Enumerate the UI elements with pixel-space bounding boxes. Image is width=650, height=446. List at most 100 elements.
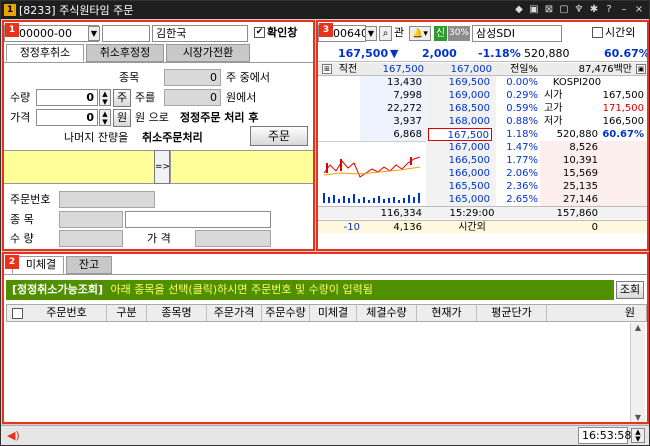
tab-modify-cancel[interactable]: 정정후취소 — [6, 44, 84, 62]
order-button[interactable]: 주문 — [250, 126, 308, 146]
stock-name-field — [125, 211, 271, 228]
ask-price[interactable]: 168,000 — [428, 115, 492, 128]
ask-info-label: 저가 — [544, 116, 563, 127]
window-icon[interactable]: ▢ — [558, 3, 570, 16]
header-prev: 전일% — [510, 64, 538, 75]
close-icon[interactable]: × — [633, 3, 645, 16]
total-ask: 116,334 — [380, 208, 422, 219]
after-bid: 0 — [591, 222, 598, 233]
table-body — [6, 323, 630, 422]
bid-price[interactable]: 165,500 — [428, 180, 492, 193]
column-header[interactable]: 주문번호 — [27, 305, 107, 321]
after-ask: 4,136 — [393, 222, 422, 233]
ask-price[interactable]: 167,500 — [428, 128, 492, 141]
order-panel: 1 00000-00 ▼ 김한국 ✔ 확인창 정정후취소 취소후정정 시장가전환… — [2, 20, 315, 251]
price-bold-text: 정정주문 처리 후 — [180, 111, 259, 124]
ask-rate: 1.18% — [506, 129, 538, 140]
column-header[interactable]: 평균단가 — [477, 305, 547, 321]
tab-market-convert[interactable]: 시장가전환 — [166, 44, 250, 62]
change-value: 2,000 — [422, 47, 457, 60]
ask-row[interactable]: 6,868 167,500 1.18% 520,880 60.67% — [318, 128, 647, 141]
query-button[interactable]: 조회 — [616, 281, 644, 299]
ask-info-label: 고가 — [544, 103, 563, 114]
expand-icon[interactable]: ⊞ — [322, 64, 332, 74]
volume: 520,880 — [524, 47, 570, 60]
bid-price[interactable]: 167,000 — [428, 141, 492, 154]
qty-unit-button[interactable]: 주 — [113, 89, 131, 107]
save-icon[interactable]: ▣ — [528, 3, 540, 16]
bid-rate: 1.47% — [506, 142, 538, 153]
ask-price[interactable]: 169,500 — [428, 76, 492, 89]
after-hours-checkbox[interactable] — [592, 27, 603, 38]
vertical-scrollbar[interactable]: ▲ ▼ — [630, 323, 645, 422]
clock-stepper[interactable]: ▲ ▼ — [631, 428, 645, 443]
column-header[interactable]: 원 — [547, 305, 647, 321]
bid-price[interactable]: 166,000 — [428, 167, 492, 180]
settings-icon[interactable]: ✱ — [588, 3, 600, 16]
bid-qty: 15,569 — [563, 168, 598, 179]
tab-unfilled[interactable]: 미체결 — [12, 256, 64, 274]
ask-rate: 0.29% — [506, 90, 538, 101]
minimize-icon[interactable]: – — [618, 3, 630, 16]
credit-badge: 신 — [434, 26, 447, 41]
column-header[interactable]: 주문수량 — [262, 305, 310, 321]
pin-icon[interactable]: ♆ — [573, 3, 585, 16]
confirm-checkbox[interactable]: ✔ — [254, 27, 265, 38]
change-arrow: ▼ — [390, 47, 399, 60]
price-summary: 167,500 ▼ 2,000 -1.18% 520,880 60.67% — [318, 45, 647, 62]
ask-info-value: 171,500 — [602, 103, 644, 114]
bell-icon[interactable]: 🔔▾ — [409, 26, 431, 41]
code-dropdown-icon[interactable]: ▼ — [365, 26, 377, 41]
table-header: 주문번호 구분 종목명 주문가격 주문수량 미체결 체결수량 현재가 평균단가 원 — [6, 304, 647, 322]
search-icon[interactable]: ⌕ — [379, 26, 392, 41]
price-stepper[interactable]: ▲ ▼ — [99, 109, 111, 126]
help-icon[interactable]: ? — [603, 3, 615, 16]
clock: 16:53:58 — [578, 427, 631, 444]
window-title: [8233] 주식원타임 주문 — [19, 4, 134, 17]
stock-name: 삼성SDI — [472, 25, 562, 42]
qty2-label: 수 량 — [10, 232, 34, 245]
panel-badge-1: 1 — [5, 23, 19, 37]
account-name: 김한국 — [152, 25, 248, 42]
price-unit-button[interactable]: 원 — [113, 109, 131, 127]
current-price: 167,500 — [338, 47, 389, 60]
speaker-icon[interactable]: ◀) — [7, 429, 20, 442]
main-window: 1 [8233] 주식원타임 주문 ◆ ▣ ⊠ ▢ ♆ ✱ ? – × 1 0 0… — [0, 0, 650, 446]
column-header[interactable]: 미체결 — [310, 305, 357, 321]
item-qty: 0 — [164, 69, 221, 86]
bid-rate: 2.06% — [506, 168, 538, 179]
password-input[interactable] — [102, 25, 150, 42]
column-header[interactable]: 현재가 — [417, 305, 477, 321]
bid-price[interactable]: 165,000 — [428, 193, 492, 206]
arrow-button[interactable]: => — [154, 150, 170, 184]
qty-input[interactable]: 0 — [36, 89, 98, 106]
ask-rate: 0.00% — [506, 77, 538, 88]
close-icon-small[interactable]: ⊠ — [543, 3, 555, 16]
column-header[interactable]: 구분 — [107, 305, 147, 321]
select-all-checkbox[interactable] — [12, 308, 23, 319]
ask-row[interactable]: 3,937 168,000 0.88% 저가 166,500 — [318, 115, 647, 128]
tab-balance[interactable]: 잔고 — [66, 256, 112, 274]
ask-price[interactable]: 169,000 — [428, 89, 492, 102]
ask-row[interactable]: 7,998 169,000 0.29% 시가 167,500 — [318, 89, 647, 102]
ask-row[interactable]: 13,430 169,500 0.00% KOSPI200 — [318, 76, 647, 89]
price2-field — [195, 230, 271, 247]
qty-stepper[interactable]: ▲ ▼ — [99, 89, 111, 106]
price-text: 원 으로 — [135, 111, 169, 124]
order-no-field — [59, 191, 155, 208]
bid-price[interactable]: 166,500 — [428, 154, 492, 167]
ask-qty: 6,868 — [393, 129, 422, 140]
column-header[interactable]: 체결수량 — [357, 305, 417, 321]
price-input[interactable]: 0 — [36, 109, 98, 126]
column-header[interactable]: 종목명 — [147, 305, 207, 321]
account-dropdown-icon[interactable]: ▼ — [88, 26, 100, 41]
header-direct: 직전 — [338, 64, 358, 75]
tab-cancel-modify[interactable]: 취소후정정 — [86, 44, 164, 62]
collapse-icon[interactable]: ▣ — [636, 64, 646, 74]
message-area-right — [170, 150, 313, 184]
ask-row[interactable]: 22,272 168,500 0.59% 고가 171,500 — [318, 102, 647, 115]
link-icon[interactable]: ◆ — [513, 3, 525, 16]
column-header[interactable]: 주문가격 — [207, 305, 262, 321]
ask-price[interactable]: 168,500 — [428, 102, 492, 115]
confirm-label: 확인창 — [267, 26, 298, 39]
